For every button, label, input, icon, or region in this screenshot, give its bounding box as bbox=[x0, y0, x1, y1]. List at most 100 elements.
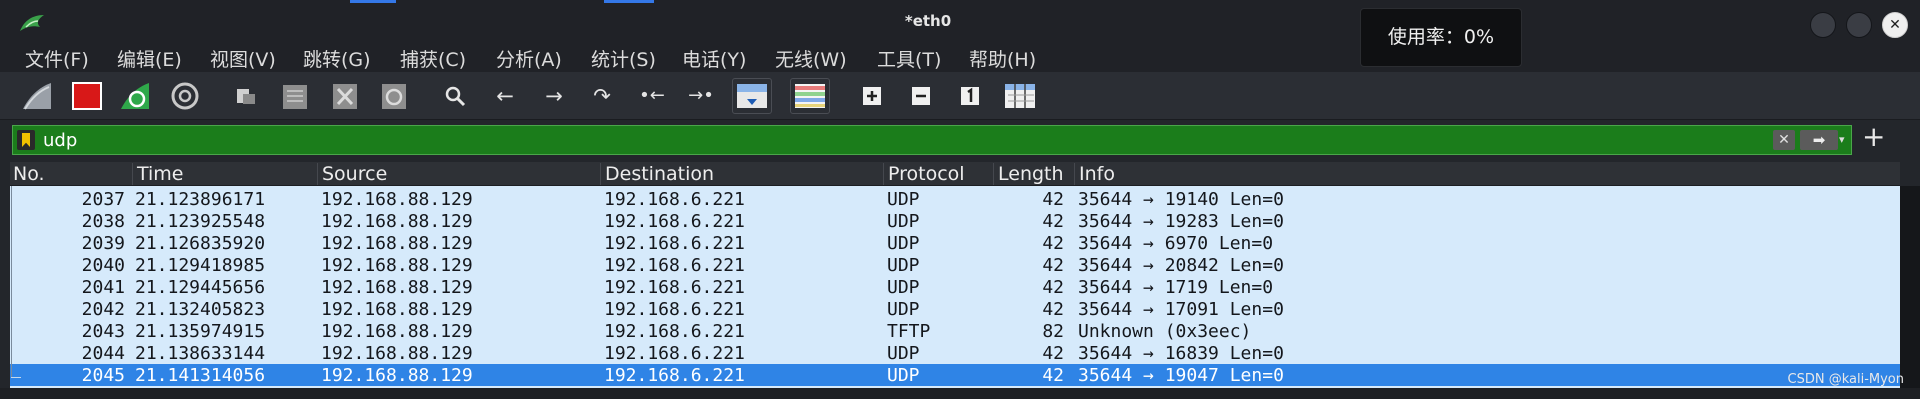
menu-statistics[interactable]: 统计(S) bbox=[591, 45, 656, 72]
packet-info: Unknown (0x3eec) bbox=[1078, 321, 1252, 342]
packet-no: 2041 bbox=[81, 277, 125, 298]
conversation-bracket-end bbox=[11, 377, 21, 378]
column-header-no[interactable]: No. bbox=[10, 163, 130, 185]
menu-capture[interactable]: 捕获(C) bbox=[400, 45, 466, 72]
vertical-scrollbar[interactable] bbox=[1900, 186, 1920, 388]
packet-info: 35644 → 19047 Len=0 bbox=[1078, 365, 1284, 386]
last-packet-icon[interactable]: →• bbox=[684, 79, 718, 113]
reload-file-icon[interactable] bbox=[377, 79, 411, 113]
packet-length: 42 bbox=[1042, 233, 1064, 254]
packet-destination: 192.168.6.221 bbox=[604, 321, 745, 342]
menu-edit[interactable]: 编辑(E) bbox=[117, 45, 182, 72]
packet-no: 2042 bbox=[81, 299, 125, 320]
add-filter-button[interactable]: + bbox=[1862, 122, 1885, 152]
packet-source: 192.168.88.129 bbox=[321, 365, 473, 386]
conversation-bracket-line bbox=[11, 186, 12, 378]
maximize-button[interactable] bbox=[1846, 12, 1872, 38]
stop-capture-icon[interactable] bbox=[70, 79, 104, 113]
table-row-selected[interactable]: 2045 21.141314056 192.168.88.129 192.168… bbox=[10, 364, 1900, 386]
clear-filter-icon[interactable]: ✕ bbox=[1773, 130, 1795, 150]
menu-bar: 文件(F) 编辑(E) 视图(V) 跳转(G) 捕获(C) 分析(A) 统计(S… bbox=[0, 42, 1920, 72]
packet-source: 192.168.88.129 bbox=[321, 277, 473, 298]
display-filter-input[interactable] bbox=[43, 127, 1763, 153]
capture-options-icon[interactable] bbox=[168, 79, 202, 113]
packet-time: 21.138633144 bbox=[135, 343, 266, 364]
close-file-icon[interactable] bbox=[328, 79, 362, 113]
packet-source: 192.168.88.129 bbox=[321, 189, 473, 210]
main-toolbar: ← → ↷ •← →• bbox=[0, 72, 1920, 120]
packet-info: 35644 → 20842 Len=0 bbox=[1078, 255, 1284, 276]
menu-help[interactable]: 帮助(H) bbox=[969, 45, 1036, 72]
packet-no: 2038 bbox=[81, 211, 125, 232]
chevron-down-icon[interactable]: ▾ bbox=[1839, 133, 1845, 146]
first-packet-icon[interactable]: •← bbox=[635, 79, 669, 113]
zoom-out-icon[interactable] bbox=[904, 79, 938, 113]
packet-source: 192.168.88.129 bbox=[321, 211, 473, 232]
packet-destination: 192.168.6.221 bbox=[604, 365, 745, 386]
packet-length: 42 bbox=[1042, 255, 1064, 276]
menu-go[interactable]: 跳转(G) bbox=[303, 45, 371, 72]
zoom-in-icon[interactable] bbox=[855, 79, 889, 113]
table-row[interactable]: 2044 21.138633144 192.168.88.129 192.168… bbox=[10, 342, 1900, 364]
cpu-usage-tooltip: 使用率：0% bbox=[1360, 8, 1522, 67]
packet-time: 21.123896171 bbox=[135, 189, 266, 210]
packet-info: 35644 → 1719 Len=0 bbox=[1078, 277, 1274, 298]
packet-info: 35644 → 19283 Len=0 bbox=[1078, 211, 1284, 232]
menu-telephony[interactable]: 电话(Y) bbox=[682, 45, 746, 72]
packet-info: 35644 → 17091 Len=0 bbox=[1078, 299, 1284, 320]
packet-protocol: TFTP bbox=[887, 321, 931, 342]
pane-splitter[interactable] bbox=[0, 388, 1920, 399]
column-header-destination[interactable]: Destination bbox=[600, 163, 892, 185]
menu-tools[interactable]: 工具(T) bbox=[877, 45, 941, 72]
shark-fin-start-icon[interactable] bbox=[20, 79, 54, 113]
menu-file[interactable]: 文件(F) bbox=[25, 45, 89, 72]
restart-capture-icon[interactable] bbox=[118, 79, 152, 113]
title-accent-mark bbox=[604, 0, 654, 3]
title-accent-mark bbox=[350, 0, 396, 3]
autoscroll-icon[interactable] bbox=[732, 78, 772, 114]
table-row[interactable]: 2039 21.126835920 192.168.88.129 192.168… bbox=[10, 232, 1900, 254]
packet-destination: 192.168.6.221 bbox=[604, 233, 745, 254]
table-row[interactable]: 2043 21.135974915 192.168.88.129 192.168… bbox=[10, 320, 1900, 342]
menu-view[interactable]: 视图(V) bbox=[210, 45, 276, 72]
table-row[interactable]: 2040 21.129418985 192.168.88.129 192.168… bbox=[10, 254, 1900, 276]
column-header-length[interactable]: Length bbox=[993, 163, 1081, 185]
display-filter-bar: ✕ ➡ ▾ bbox=[12, 125, 1852, 155]
column-header-time[interactable]: Time bbox=[132, 163, 324, 185]
table-row[interactable]: 2041 21.129445656 192.168.88.129 192.168… bbox=[10, 276, 1900, 298]
packet-time: 21.135974915 bbox=[135, 321, 266, 342]
bookmark-icon[interactable] bbox=[17, 130, 35, 150]
go-to-packet-icon[interactable]: ↷ bbox=[585, 79, 619, 113]
packet-destination: 192.168.6.221 bbox=[604, 189, 745, 210]
packet-time: 21.126835920 bbox=[135, 233, 266, 254]
table-row[interactable]: 2042 21.132405823 192.168.88.129 192.168… bbox=[10, 298, 1900, 320]
packet-time: 21.123925548 bbox=[135, 211, 266, 232]
save-file-icon[interactable] bbox=[278, 79, 312, 113]
resize-columns-icon[interactable] bbox=[1003, 79, 1037, 113]
column-header-info[interactable]: Info bbox=[1074, 163, 1900, 185]
packet-length: 42 bbox=[1042, 343, 1064, 364]
packet-no: 2040 bbox=[81, 255, 125, 276]
column-header-source[interactable]: Source bbox=[317, 163, 610, 185]
packet-no: 2045 bbox=[81, 365, 125, 386]
menu-wireless[interactable]: 无线(W) bbox=[775, 45, 847, 72]
packet-source: 192.168.88.129 bbox=[321, 343, 473, 364]
normal-size-icon[interactable] bbox=[953, 79, 987, 113]
go-back-icon[interactable]: ← bbox=[488, 79, 522, 113]
table-row[interactable]: 2037 21.123896171 192.168.88.129 192.168… bbox=[10, 188, 1900, 210]
watermark: CSDN @kali-Myon bbox=[1787, 372, 1904, 387]
apply-filter-icon[interactable]: ➡ bbox=[1800, 130, 1838, 150]
menu-analyze[interactable]: 分析(A) bbox=[496, 45, 562, 72]
colorize-icon[interactable] bbox=[790, 78, 830, 114]
packet-list: 2037 21.123896171 192.168.88.129 192.168… bbox=[10, 186, 1900, 388]
go-forward-icon[interactable]: → bbox=[537, 79, 571, 113]
find-packet-icon[interactable] bbox=[438, 79, 472, 113]
packet-destination: 192.168.6.221 bbox=[604, 299, 745, 320]
close-window-button[interactable]: ✕ bbox=[1882, 12, 1908, 38]
minimize-button[interactable] bbox=[1810, 12, 1836, 38]
open-file-icon[interactable] bbox=[230, 79, 264, 113]
table-row[interactable]: 2038 21.123925548 192.168.88.129 192.168… bbox=[10, 210, 1900, 232]
packet-info: 35644 → 6970 Len=0 bbox=[1078, 233, 1274, 254]
packet-destination: 192.168.6.221 bbox=[604, 343, 745, 364]
column-header-protocol[interactable]: Protocol bbox=[883, 163, 1000, 185]
